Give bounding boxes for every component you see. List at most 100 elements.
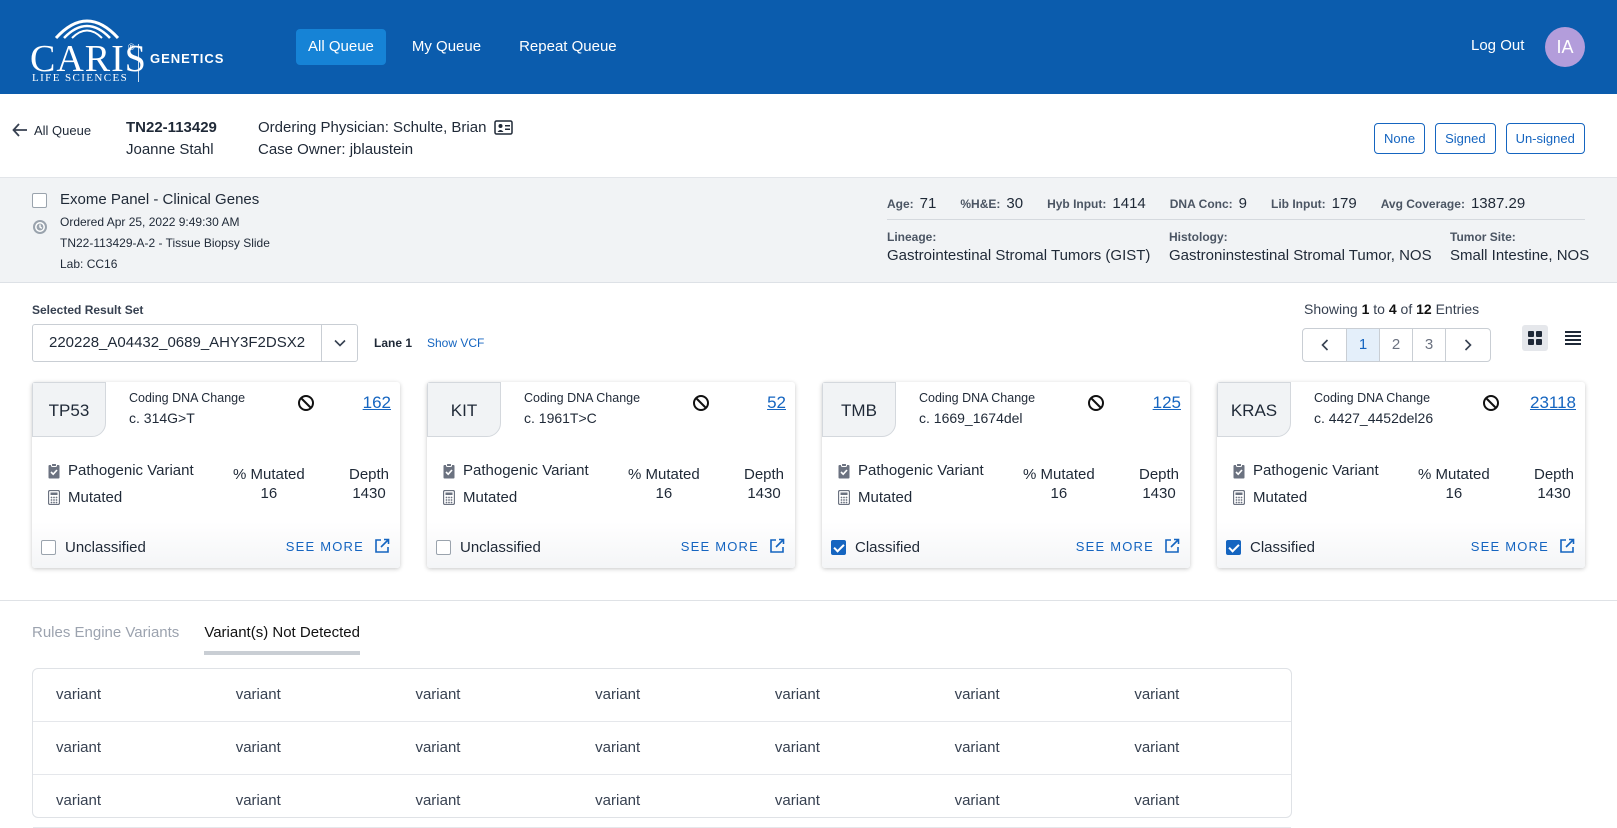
classification-toggle[interactable]: Unclassified <box>436 539 541 556</box>
grid-view-icon <box>1528 331 1542 345</box>
logo-arcs-icon <box>54 19 120 40</box>
table-cell: variant <box>1134 686 1180 703</box>
entries-summary: Showing 1 to 4 of 12 Entries <box>1304 301 1479 317</box>
nav-tab-my-queue[interactable]: My Queue <box>400 29 493 65</box>
classification-label: Unclassified <box>65 539 146 556</box>
page-next-button[interactable] <box>1446 329 1490 361</box>
status-row: Mutated <box>48 489 122 506</box>
table-cell: variant <box>774 686 820 703</box>
filter-unsigned-button[interactable]: Un-signed <box>1505 123 1585 154</box>
status-row: Mutated <box>443 489 517 506</box>
caris-logo[interactable]: CARIS ® LIFE SCIENCES GENETICS <box>30 10 223 86</box>
tab-variants-not-detected[interactable]: Variant(s) Not Detected <box>204 624 360 655</box>
card-footer: Unclassified SEE MORE <box>32 522 400 568</box>
showing-prefix: Showing <box>1304 301 1358 317</box>
result-set-value[interactable]: 220228_A04432_0689_AHY3F2DSX2 <box>33 325 322 361</box>
lineage-value: Gastrointestinal Stromal Tumors (GIST) <box>887 247 1151 264</box>
significance-value: Pathogenic Variant <box>1253 462 1379 479</box>
gene-badge: TP53 <box>32 382 106 437</box>
variant-count-link[interactable]: 23118 <box>1530 393 1576 413</box>
depth-label: Depth <box>1534 466 1575 483</box>
see-more-link[interactable]: SEE MORE <box>1471 538 1575 554</box>
ban-icon[interactable] <box>692 394 710 412</box>
filter-none-button[interactable]: None <box>1374 123 1426 154</box>
status-value: Mutated <box>858 489 913 506</box>
metric-label: DNA Conc: <box>1169 197 1233 211</box>
classification-checkbox[interactable] <box>1226 540 1241 555</box>
result-set-select[interactable]: 220228_A04432_0689_AHY3F2DSX2 <box>32 324 358 362</box>
chevron-left-icon <box>1320 339 1328 351</box>
contact-card-icon[interactable] <box>494 120 514 135</box>
metric-label: Age: <box>887 197 914 211</box>
variant-card[interactable]: KIT Coding DNA Change c. 1961T>C 52 Path… <box>427 382 795 568</box>
classification-checkbox[interactable] <box>831 540 846 555</box>
table-cell: variant <box>774 792 820 809</box>
grid-view-button[interactable] <box>1522 325 1548 351</box>
table-cell: variant <box>415 792 461 809</box>
showing-entries-word: Entries <box>1435 301 1480 317</box>
classification-label: Classified <box>855 539 921 556</box>
pct-mutated-value: 16 <box>260 485 278 502</box>
variant-card[interactable]: TMB Coding DNA Change c. 1669_1674del 12… <box>822 382 1190 568</box>
table-cell: variant <box>235 739 281 756</box>
table-cell: variant <box>56 739 102 756</box>
page-prev-button[interactable] <box>1303 329 1347 361</box>
classification-checkbox[interactable] <box>41 540 56 555</box>
classification-checkbox[interactable] <box>436 540 451 555</box>
filter-signed-button[interactable]: Signed <box>1435 123 1496 154</box>
histology-label: Histology: <box>1169 230 1228 244</box>
see-more-link[interactable]: SEE MORE <box>681 538 785 554</box>
variant-count-link[interactable]: 125 <box>1153 393 1181 413</box>
see-more-link[interactable]: SEE MORE <box>1076 538 1180 554</box>
table-cell: variant <box>235 686 281 703</box>
table-cell: variant <box>56 792 102 809</box>
coding-dna-change-value: c. 4427_4452del26 <box>1314 410 1434 426</box>
back-to-queue-link[interactable]: All Queue <box>12 122 91 138</box>
significance-value: Pathogenic Variant <box>68 462 194 479</box>
page-1-button[interactable]: 1 <box>1347 329 1380 361</box>
ban-icon[interactable] <box>297 394 315 412</box>
status-value: Mutated <box>68 489 123 506</box>
see-more-link[interactable]: SEE MORE <box>286 538 390 554</box>
classification-toggle[interactable]: Classified <box>1226 539 1315 556</box>
showing-total: 12 <box>1416 301 1432 317</box>
order-metrics: Age: 71 %H&E: 30 Hyb Input: 1414 DNA Conc: 9… <box>887 195 1525 212</box>
result-set-dropdown-toggle[interactable] <box>322 325 357 361</box>
histology-detail: Histology: Gastroninstestinal Stromal Tu… <box>1169 230 1432 265</box>
list-view-button[interactable] <box>1561 325 1585 351</box>
order-checkbox[interactable] <box>32 193 47 208</box>
external-link-icon <box>375 538 390 553</box>
coding-dna-change-value: c. 314G>T <box>129 410 195 426</box>
variant-card[interactable]: KRAS Coding DNA Change c. 4427_4452del26… <box>1217 382 1585 568</box>
user-avatar[interactable]: IA <box>1545 27 1585 67</box>
histology-value: Gastroninstestinal Stromal Tumor, NOS <box>1169 247 1432 264</box>
table-cell: variant <box>774 739 820 756</box>
show-vcf-link[interactable]: Show VCF <box>427 336 484 350</box>
calculator-icon <box>1233 490 1245 505</box>
table-cell: variant <box>595 792 641 809</box>
result-set-label: Selected Result Set <box>32 303 144 317</box>
ban-icon[interactable] <box>1087 394 1105 412</box>
table-cell: variant <box>415 739 461 756</box>
variant-count-link[interactable]: 52 <box>767 393 786 413</box>
top-bar: CARIS ® LIFE SCIENCES GENETICS All Queue… <box>0 0 1617 94</box>
ordering-physician: Ordering Physician: Schulte, Brian <box>258 119 514 136</box>
classification-toggle[interactable]: Unclassified <box>41 539 146 556</box>
nav-tab-all-queue[interactable]: All Queue <box>296 29 386 65</box>
ban-icon[interactable] <box>1482 394 1500 412</box>
page-3-button[interactable]: 3 <box>1413 329 1446 361</box>
page-2-button[interactable]: 2 <box>1380 329 1413 361</box>
tab-rules-engine-variants[interactable]: Rules Engine Variants <box>32 624 179 655</box>
pct-mutated: % Mutated 16 <box>1418 465 1490 503</box>
depth-label: Depth <box>744 466 785 483</box>
nav-tab-repeat-queue[interactable]: Repeat Queue <box>507 29 629 65</box>
variant-card[interactable]: TP53 Coding DNA Change c. 314G>T 162 Pat… <box>32 382 400 568</box>
logo-product: GENETICS <box>150 51 225 66</box>
pct-mutated-label: % Mutated <box>1418 466 1490 483</box>
logout-link[interactable]: Log Out <box>1471 37 1524 54</box>
classification-toggle[interactable]: Classified <box>831 539 920 556</box>
table-cell: variant <box>954 686 1000 703</box>
variant-count-link[interactable]: 162 <box>363 393 391 413</box>
pagination: 1 2 3 <box>1302 328 1491 362</box>
history-icon[interactable] <box>32 219 48 235</box>
